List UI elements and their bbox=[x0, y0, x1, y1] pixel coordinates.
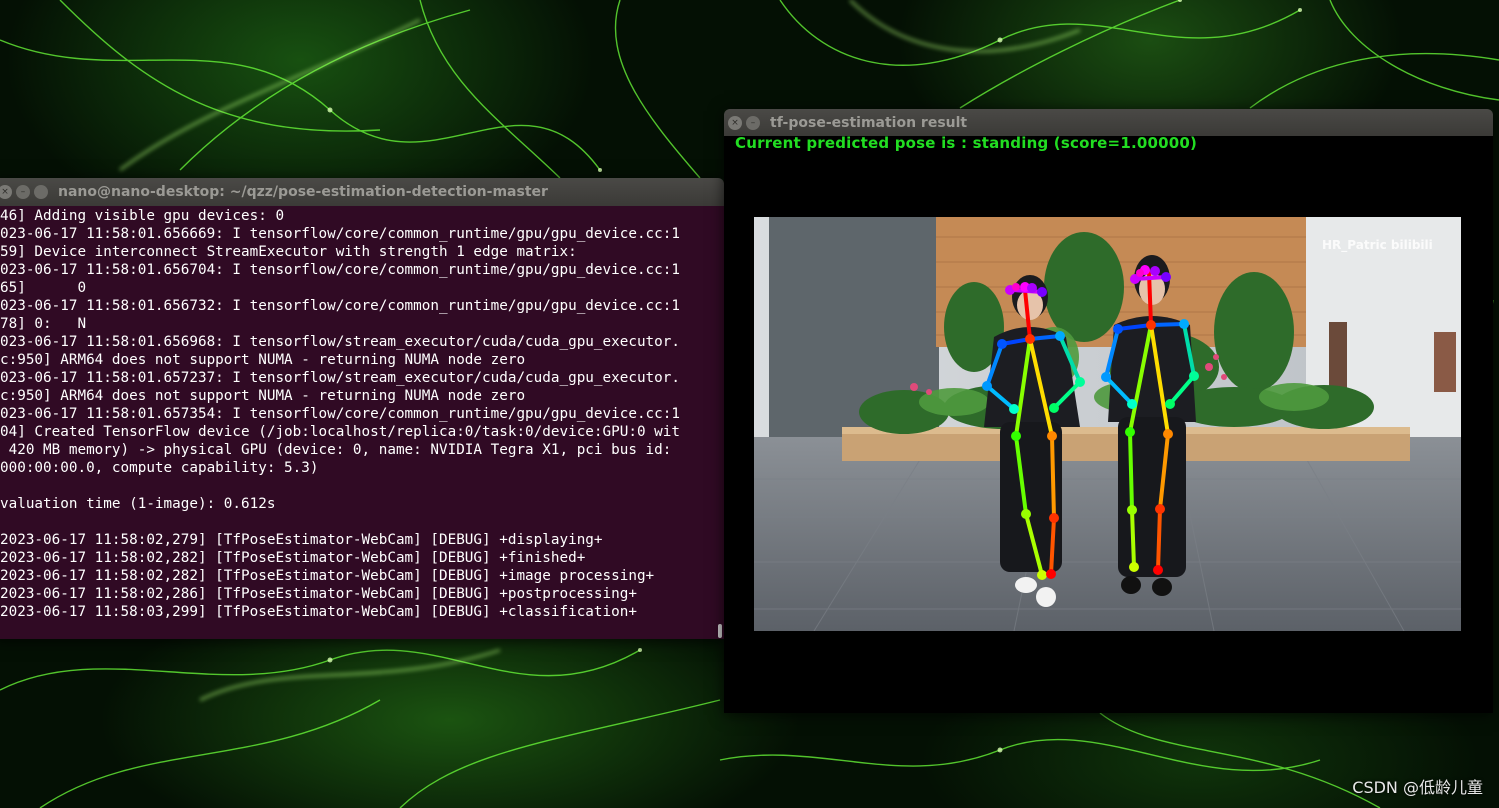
result-canvas: Current predicted pose is : standing (sc… bbox=[724, 136, 1493, 713]
terminal-line: c:950] ARM64 does not support NUMA - ret… bbox=[0, 352, 526, 368]
terminal-line: 65] 0 bbox=[0, 280, 87, 296]
video-frame: HR_Patric bilibili bbox=[754, 217, 1461, 631]
terminal-output: 46] Adding visible gpu devices: 0 023-06-… bbox=[0, 206, 724, 621]
close-icon[interactable]: × bbox=[728, 115, 742, 130]
terminal-window[interactable]: × – nano@nano-desktop: ~/qzz/pose-estima… bbox=[0, 178, 724, 639]
terminal-titlebar[interactable]: × – nano@nano-desktop: ~/qzz/pose-estima… bbox=[0, 178, 724, 206]
terminal-line: 023-06-17 11:58:01.657237: I tensorflow/… bbox=[0, 370, 680, 386]
terminal-line: 023-06-17 11:58:01.656968: I tensorflow/… bbox=[0, 334, 680, 350]
csdn-watermark: CSDN @低龄儿童 bbox=[1352, 778, 1483, 797]
result-title: tf-pose-estimation result bbox=[770, 114, 968, 131]
terminal-line: 04] Created TensorFlow device (/job:loca… bbox=[0, 424, 680, 440]
terminal-line: 2023-06-17 11:58:02,279] [TfPoseEstimato… bbox=[0, 532, 603, 548]
pose-status-text: Current predicted pose is : standing (sc… bbox=[735, 136, 1198, 152]
floor bbox=[754, 437, 1461, 631]
terminal-line: 59] Device interconnect StreamExecutor w… bbox=[0, 244, 577, 260]
terminal-line: 2023-06-17 11:58:02,286] [TfPoseEstimato… bbox=[0, 586, 637, 602]
terminal-line: 78] 0: N bbox=[0, 316, 87, 332]
minimize-icon[interactable]: – bbox=[16, 185, 30, 199]
terminal-line: 023-06-17 11:58:01.657354: I tensorflow/… bbox=[0, 406, 680, 422]
terminal-line: 46] Adding visible gpu devices: 0 bbox=[0, 208, 285, 224]
maximize-icon[interactable] bbox=[34, 185, 48, 199]
terminal-body[interactable]: 46] Adding visible gpu devices: 0 023-06-… bbox=[0, 206, 724, 639]
result-titlebar[interactable]: × – tf-pose-estimation result bbox=[724, 109, 1493, 136]
terminal-scrollbar[interactable] bbox=[718, 624, 722, 638]
terminal-line: 2023-06-17 11:58:03,299] [TfPoseEstimato… bbox=[0, 604, 637, 620]
close-icon[interactable]: × bbox=[0, 185, 12, 199]
terminal-line: 2023-06-17 11:58:02,282] [TfPoseEstimato… bbox=[0, 568, 655, 584]
terminal-line: 023-06-17 11:58:01.656732: I tensorflow/… bbox=[0, 298, 680, 314]
door bbox=[1434, 332, 1456, 392]
video-watermark: HR_Patric bilibili bbox=[1322, 238, 1433, 253]
terminal-title: nano@nano-desktop: ~/qzz/pose-estimation… bbox=[58, 184, 548, 200]
terminal-line: 000:00:00.0, compute capability: 5.3) bbox=[0, 460, 319, 476]
result-window[interactable]: × – tf-pose-estimation result Current pr… bbox=[724, 109, 1493, 713]
terminal-line: 023-06-17 11:58:01.656704: I tensorflow/… bbox=[0, 262, 680, 278]
terminal-line: 023-06-17 11:58:01.656669: I tensorflow/… bbox=[0, 226, 680, 242]
minimize-icon[interactable]: – bbox=[746, 115, 760, 130]
terminal-line: valuation time (1-image): 0.612s bbox=[0, 496, 276, 512]
terminal-line: 2023-06-17 11:58:02,282] [TfPoseEstimato… bbox=[0, 550, 586, 566]
terminal-line: c:950] ARM64 does not support NUMA - ret… bbox=[0, 388, 526, 404]
terminal-line: 420 MB memory) -> physical GPU (device: … bbox=[0, 442, 672, 458]
